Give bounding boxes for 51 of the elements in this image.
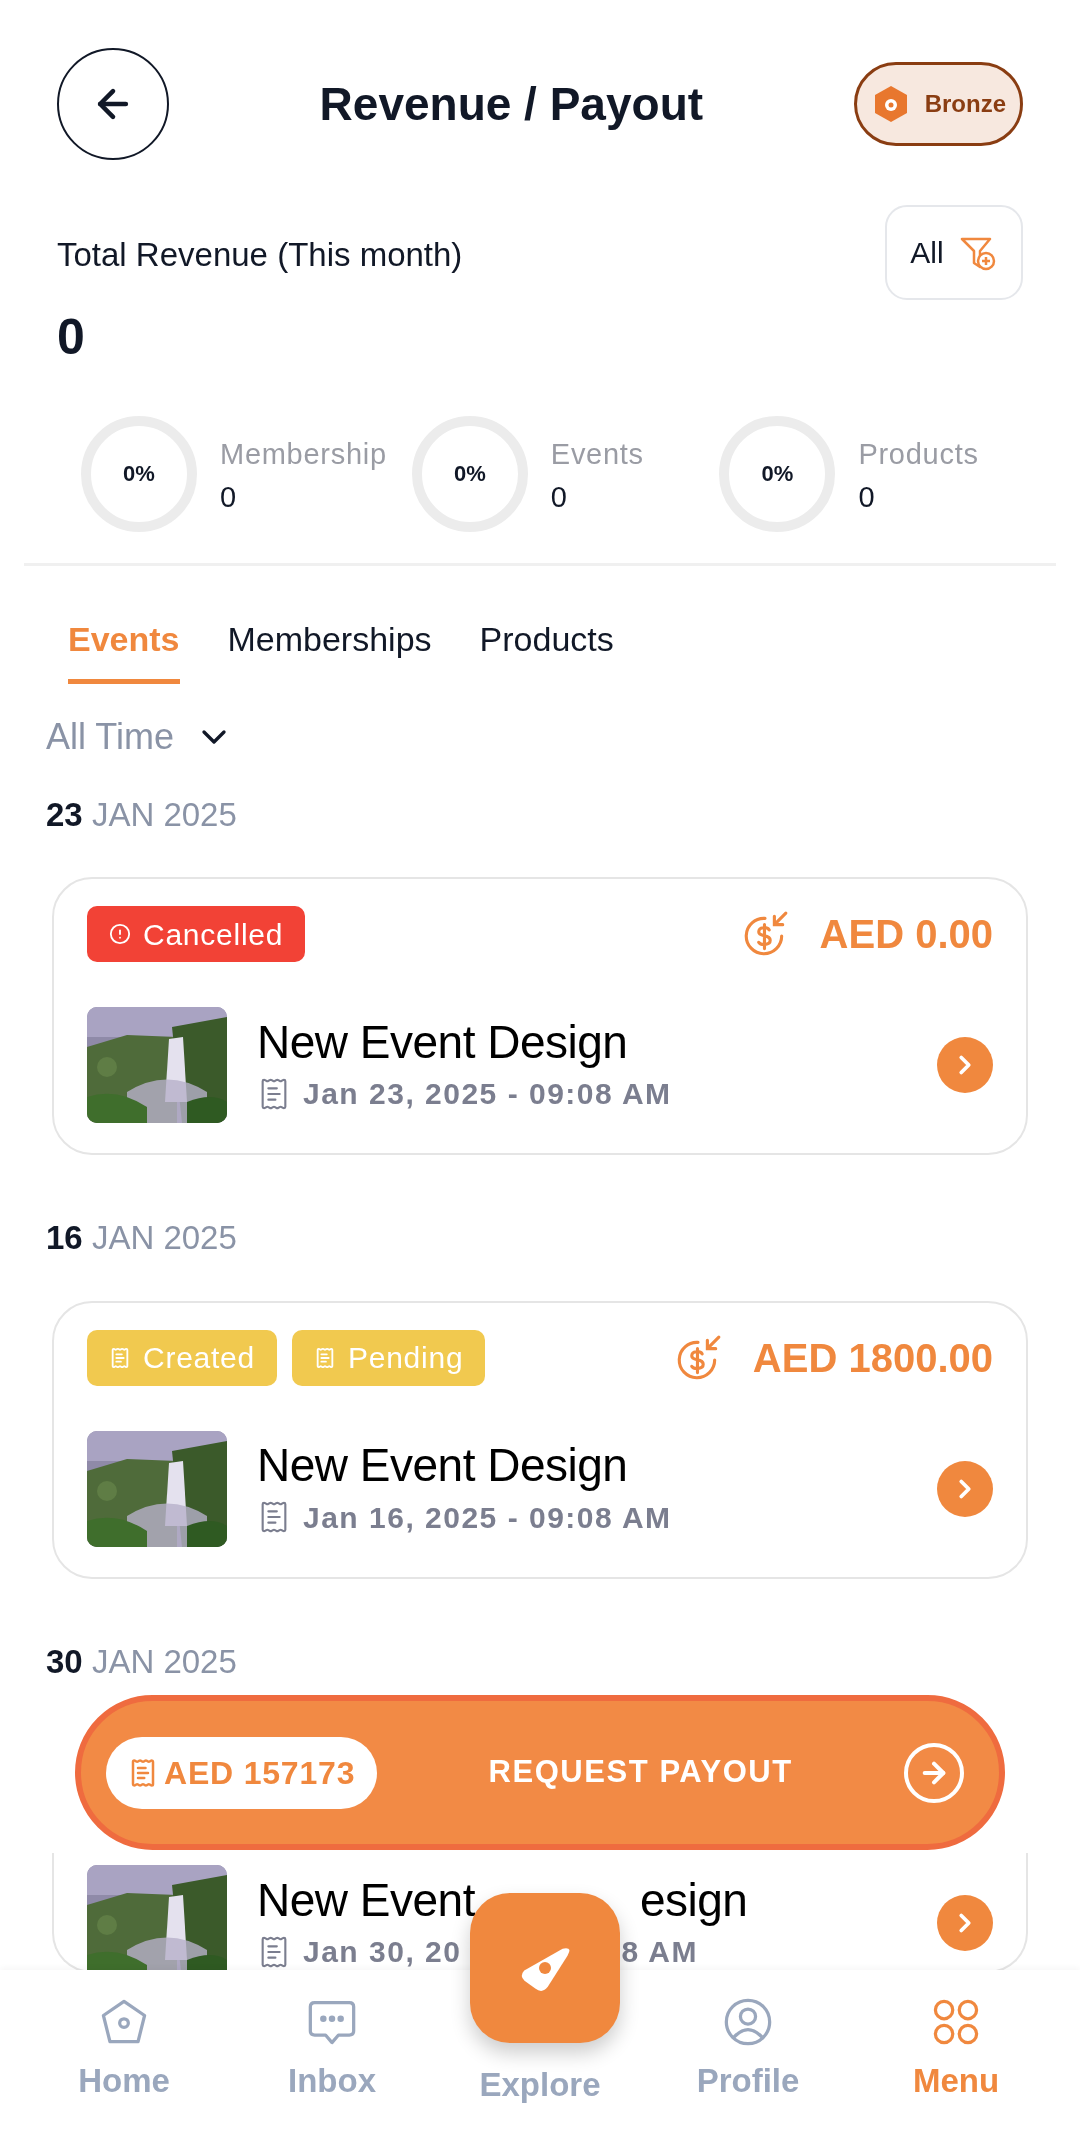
date-heading: 30 JAN 2025 [46, 1642, 237, 1680]
event-title: New Event Design [257, 1438, 629, 1494]
event-date: Jan 30, 20 [303, 1934, 462, 1971]
balance-pill: AED 157173 [106, 1736, 378, 1809]
breakdown-label: Products [858, 436, 979, 472]
user-icon [722, 1996, 774, 2048]
nav-item[interactable]: Explore [479, 2060, 601, 2110]
event-title: esign [639, 1872, 748, 1928]
period-dropdown[interactable]: All Time [46, 709, 235, 764]
tab[interactable]: Events [68, 613, 180, 684]
revenue-label: Total Revenue (This month) [57, 235, 463, 275]
date-heading: 16 JAN 2025 [46, 1219, 237, 1256]
amount: AED 0.00 [819, 911, 993, 958]
open-button[interactable] [937, 1037, 993, 1093]
status-badge: Pending [292, 1329, 486, 1386]
receipt-icon [314, 1346, 336, 1369]
transaction-card[interactable]: Cancelled AED 0.00 New Event Design Jan 23, 2025 - 09:08 AM [52, 877, 1028, 1155]
transaction-card[interactable]: Created Pending AED 1800.00 New Event Design Jan 16, 2025 - 09:08 AM [52, 1300, 1028, 1579]
date-heading: 23 JAN 2025 [46, 795, 237, 833]
filter-button[interactable]: All [885, 205, 1023, 300]
nav-item[interactable]: Home [20, 1970, 228, 2106]
breakdown-value: 0 [550, 480, 568, 515]
breakdown-label: Membership [220, 436, 387, 472]
event-title: New Event [257, 1872, 475, 1928]
event-date: 8 AM [621, 1934, 698, 1971]
amount: AED 1800.00 [752, 1334, 993, 1382]
percent-label: 0% [453, 460, 486, 488]
event-title: New Event Design [257, 1014, 629, 1070]
tab[interactable]: Memberships [227, 613, 432, 684]
breakdown-value: 0 [220, 480, 238, 515]
event-date: Jan 16, 2025 - 09:08 AM [303, 1499, 672, 1536]
alert-icon [109, 923, 131, 945]
receipt-icon [109, 1346, 131, 1369]
percent-label: 0% [761, 460, 794, 488]
page-title: Revenue / Payout [318, 76, 705, 132]
nav-item[interactable]: Inbox [228, 1970, 436, 2106]
revenue-value: 0 [57, 307, 86, 367]
nav-item[interactable]: Profile [644, 1970, 852, 2106]
percent-label: 0% [123, 460, 155, 488]
status-badge: Cancelled [87, 906, 306, 962]
tier-badge: Bronze [853, 62, 1023, 146]
open-button[interactable] [937, 1895, 993, 1951]
back-button[interactable] [57, 48, 169, 160]
nav-item[interactable]: Menu [852, 1970, 1060, 2106]
tab[interactable]: Products [479, 613, 614, 684]
breakdown-value: 0 [858, 480, 876, 515]
event-date: Jan 23, 2025 - 09:08 AM [303, 1076, 672, 1113]
breakdown-label: Events [550, 436, 644, 472]
status-badge: Created [87, 1329, 277, 1386]
payout-bar[interactable]: AED 157173 REQUEST PAYOUT [75, 1695, 1005, 1850]
request-payout-label: REQUEST PAYOUT [487, 1753, 794, 1792]
